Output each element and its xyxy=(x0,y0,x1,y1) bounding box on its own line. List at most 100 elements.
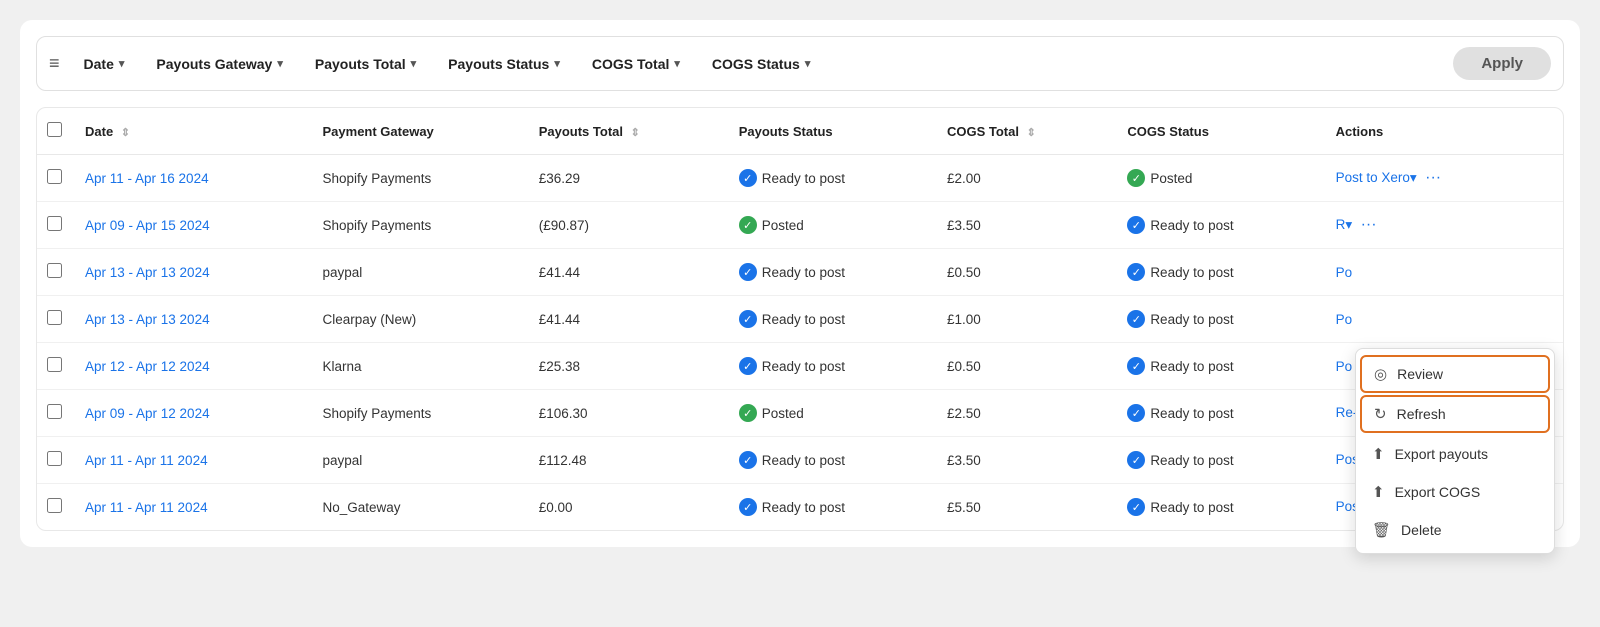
cell-payouts-total: £41.44 xyxy=(527,296,727,343)
row-checkbox-cell[interactable] xyxy=(37,249,73,296)
action-dots-menu[interactable]: ··· xyxy=(1356,216,1376,233)
cogs-status-filter-button[interactable]: COGS Status ▾ xyxy=(700,50,822,78)
date-link[interactable]: Apr 13 - Apr 13 2024 xyxy=(85,265,210,280)
check-circle-blue-icon: ✓ xyxy=(1127,451,1145,469)
payouts-status-badge: ✓ Posted xyxy=(739,404,804,422)
check-circle-green-icon: ✓ xyxy=(739,216,757,234)
cell-cogs-total: £2.50 xyxy=(935,390,1115,437)
col-date: Date ⇕ xyxy=(73,108,311,155)
table-row: Apr 13 - Apr 13 2024paypal£41.44✓ Ready … xyxy=(37,249,1563,296)
cogs-status-filter-label: COGS Status xyxy=(712,56,800,72)
payouts-status-badge: ✓ Ready to post xyxy=(739,498,845,516)
date-link[interactable]: Apr 09 - Apr 12 2024 xyxy=(85,406,210,421)
row-checkbox-cell[interactable] xyxy=(37,202,73,249)
date-link[interactable]: Apr 11 - Apr 16 2024 xyxy=(85,171,209,186)
date-link[interactable]: Apr 13 - Apr 13 2024 xyxy=(85,312,210,327)
cell-cogs-total: £0.50 xyxy=(935,343,1115,390)
apply-button[interactable]: Apply xyxy=(1453,47,1551,80)
dropdown-item-delete[interactable]: 🗑Delete xyxy=(1356,511,1554,549)
row-checkbox-cell[interactable] xyxy=(37,155,73,202)
action-post-link[interactable]: Post to Xero▾ xyxy=(1336,170,1417,185)
cell-cogs-status: ✓ Ready to post xyxy=(1115,484,1323,531)
cogs-total-sort-icon[interactable]: ⇕ xyxy=(1027,126,1036,139)
row-checkbox-cell[interactable] xyxy=(37,296,73,343)
date-chevron-icon: ▾ xyxy=(119,57,125,70)
select-all-checkbox[interactable] xyxy=(47,122,62,137)
payouts-status-filter-button[interactable]: Payouts Status ▾ xyxy=(436,50,572,78)
row-checkbox[interactable] xyxy=(47,451,62,466)
action-link[interactable]: Po xyxy=(1336,265,1353,280)
cell-payouts-total: £0.00 xyxy=(527,484,727,531)
action-link[interactable]: Po xyxy=(1336,359,1353,374)
cogs-status-badge: ✓ Ready to post xyxy=(1127,357,1233,375)
row-checkbox-cell[interactable] xyxy=(37,390,73,437)
cell-cogs-total: £0.50 xyxy=(935,249,1115,296)
cogs-status-chevron-icon: ▾ xyxy=(805,57,811,70)
col-payouts-status: Payouts Status xyxy=(727,108,935,155)
col-cogs-total: COGS Total ⇕ xyxy=(935,108,1115,155)
export_payouts-icon: ⬆ xyxy=(1372,445,1385,463)
cell-date: Apr 12 - Apr 12 2024 xyxy=(73,343,311,390)
col-actions: Actions xyxy=(1324,108,1563,155)
cogs-status-badge: ✓ Ready to post xyxy=(1127,263,1233,281)
data-table: Date ⇕ Payment Gateway Payouts Total ⇕ P… xyxy=(37,108,1563,530)
table-row: Apr 13 - Apr 13 2024Clearpay (New)£41.44… xyxy=(37,296,1563,343)
date-filter-label: Date xyxy=(84,56,114,72)
table-row: Apr 12 - Apr 12 2024Klarna£25.38✓ Ready … xyxy=(37,343,1563,390)
row-checkbox[interactable] xyxy=(47,404,62,419)
dropdown-item-refresh[interactable]: ↻Refresh xyxy=(1360,395,1550,433)
cell-cogs-total: £5.50 xyxy=(935,484,1115,531)
action-link[interactable]: Po xyxy=(1336,312,1353,327)
delete-icon: 🗑 xyxy=(1372,521,1391,539)
date-link[interactable]: Apr 11 - Apr 11 2024 xyxy=(85,453,208,468)
cogs-status-badge: ✓ Ready to post xyxy=(1127,451,1233,469)
action-dots-menu[interactable]: ··· xyxy=(1421,169,1441,186)
row-checkbox[interactable] xyxy=(47,498,62,513)
dropdown-item-review[interactable]: ◎Review xyxy=(1360,355,1550,393)
payouts-status-chevron-icon: ▾ xyxy=(554,57,560,70)
table-row: Apr 09 - Apr 12 2024Shopify Payments£106… xyxy=(37,390,1563,437)
cell-date: Apr 13 - Apr 13 2024 xyxy=(73,249,311,296)
cell-date: Apr 09 - Apr 15 2024 xyxy=(73,202,311,249)
cell-payment-gateway: paypal xyxy=(311,437,527,484)
row-checkbox[interactable] xyxy=(47,310,62,325)
row-checkbox[interactable] xyxy=(47,263,62,278)
col-payouts-total: Payouts Total ⇕ xyxy=(527,108,727,155)
cogs-status-badge: ✓ Ready to post xyxy=(1127,498,1233,516)
row-checkbox-cell[interactable] xyxy=(37,484,73,531)
date-link[interactable]: Apr 09 - Apr 15 2024 xyxy=(85,218,210,233)
select-all-cell[interactable] xyxy=(37,108,73,155)
check-circle-blue-icon: ✓ xyxy=(739,451,757,469)
cell-cogs-total: £1.00 xyxy=(935,296,1115,343)
row-checkbox-cell[interactable] xyxy=(37,343,73,390)
dropdown-item-export_cogs[interactable]: ⬆Export COGS xyxy=(1356,473,1554,511)
row-checkbox[interactable] xyxy=(47,357,62,372)
action-post-link[interactable]: R▾ xyxy=(1336,217,1353,232)
cogs-status-badge: ✓ Ready to post xyxy=(1127,216,1233,234)
cell-cogs-total: £2.00 xyxy=(935,155,1115,202)
col-cogs-status: COGS Status xyxy=(1115,108,1323,155)
date-filter-button[interactable]: Date ▾ xyxy=(72,50,137,78)
cell-cogs-status: ✓ Posted xyxy=(1115,155,1323,202)
check-circle-blue-icon: ✓ xyxy=(1127,310,1145,328)
col-actions-label: Actions xyxy=(1336,124,1384,139)
row-checkbox-cell[interactable] xyxy=(37,437,73,484)
col-payment-gateway-label: Payment Gateway xyxy=(323,124,434,139)
cell-actions: Po xyxy=(1324,249,1563,296)
cell-payment-gateway: Klarna xyxy=(311,343,527,390)
row-checkbox[interactable] xyxy=(47,169,62,184)
export_cogs-icon: ⬆ xyxy=(1372,483,1385,501)
payouts-gateway-filter-button[interactable]: Payouts Gateway ▾ xyxy=(144,50,294,78)
cogs-total-filter-button[interactable]: COGS Total ▾ xyxy=(580,50,692,78)
payouts-total-filter-button[interactable]: Payouts Total ▾ xyxy=(303,50,428,78)
date-link[interactable]: Apr 12 - Apr 12 2024 xyxy=(85,359,210,374)
table-row: Apr 11 - Apr 11 2024paypal£112.48✓ Ready… xyxy=(37,437,1563,484)
payouts-status-badge: ✓ Ready to post xyxy=(739,169,845,187)
col-date-label: Date xyxy=(85,124,113,139)
date-sort-icon[interactable]: ⇕ xyxy=(121,126,130,139)
cell-cogs-status: ✓ Ready to post xyxy=(1115,343,1323,390)
date-link[interactable]: Apr 11 - Apr 11 2024 xyxy=(85,500,208,515)
dropdown-item-export_payouts[interactable]: ⬆Export payouts xyxy=(1356,435,1554,473)
payouts-total-sort-icon[interactable]: ⇕ xyxy=(631,126,640,139)
row-checkbox[interactable] xyxy=(47,216,62,231)
